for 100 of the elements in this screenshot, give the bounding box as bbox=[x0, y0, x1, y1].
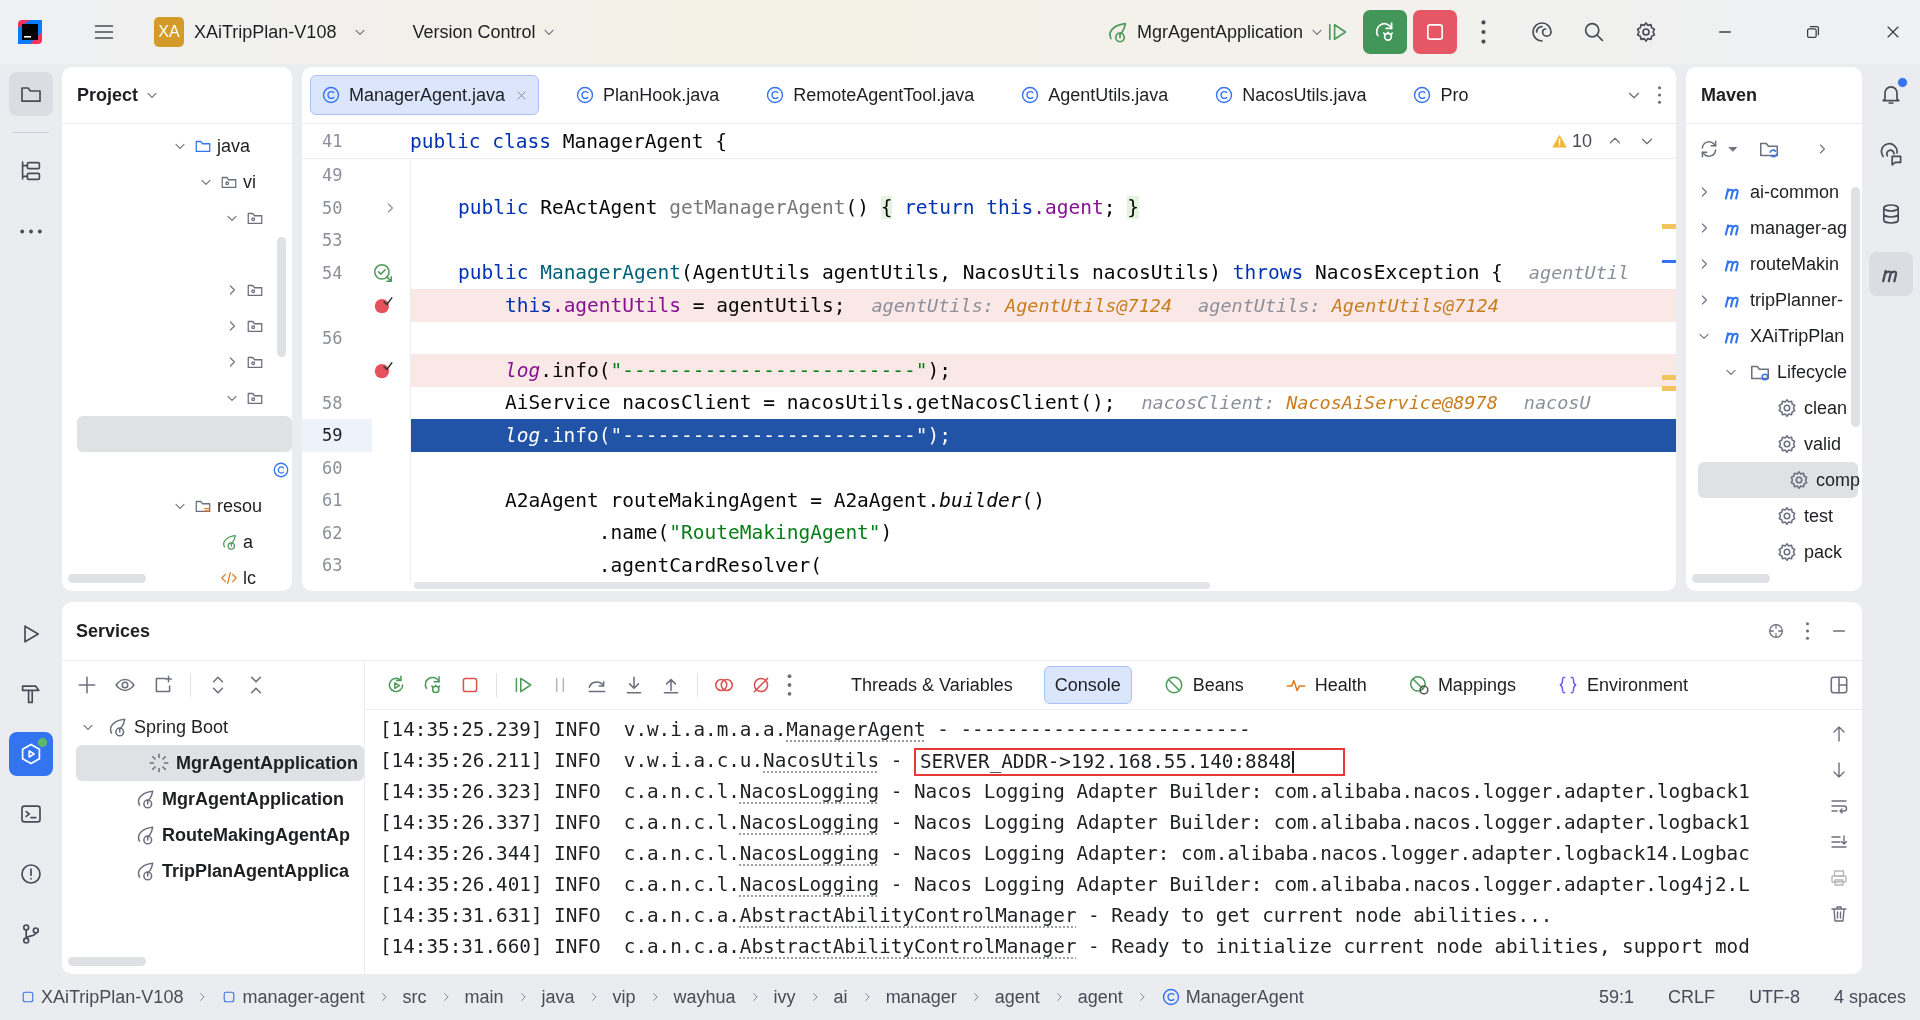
scrollbar-thumb[interactable] bbox=[1692, 574, 1770, 583]
tree-item[interactable]: ai-common bbox=[1686, 174, 1862, 210]
line-separator[interactable]: CRLF bbox=[1667, 986, 1715, 1008]
tool-window-button[interactable] bbox=[9, 72, 53, 116]
more-icon[interactable] bbox=[1805, 622, 1810, 640]
restore-icon[interactable] bbox=[1804, 23, 1822, 41]
scrollbar-thumb[interactable] bbox=[68, 574, 146, 583]
console-tab[interactable]: Console bbox=[1043, 666, 1132, 704]
warning-icon bbox=[1550, 132, 1568, 150]
tool-window-button[interactable] bbox=[9, 732, 53, 776]
project-selector[interactable]: XA XAiTripPlan-V108 bbox=[154, 17, 369, 47]
search-icon[interactable] bbox=[1582, 20, 1606, 44]
version-control-menu[interactable]: Version Control bbox=[412, 21, 558, 43]
tree-item[interactable]: clean bbox=[1686, 390, 1862, 426]
editor-tab[interactable]: AgentUtils.java bbox=[1010, 75, 1179, 115]
tool-window-button[interactable] bbox=[1869, 252, 1913, 296]
print-icon[interactable] bbox=[1829, 868, 1849, 888]
trash-icon[interactable] bbox=[1829, 904, 1849, 924]
indent-setting[interactable]: 4 spaces bbox=[1833, 986, 1906, 1008]
class-link[interactable]: ManagerAgent bbox=[786, 718, 926, 741]
inline-value-hint: agentUtils: AgentUtils@7124 bbox=[1198, 294, 1499, 316]
breadcrumb[interactable]: main bbox=[464, 986, 504, 1008]
breadcrumb[interactable]: wayhua bbox=[673, 986, 736, 1008]
debug-restart-button[interactable] bbox=[1363, 10, 1407, 54]
console-tab[interactable]: Beans bbox=[1152, 666, 1254, 704]
more-icon[interactable] bbox=[787, 674, 792, 696]
more-icon[interactable] bbox=[1481, 20, 1486, 44]
editor-tab[interactable]: RemoteAgentTool.java bbox=[755, 75, 985, 115]
add-icon[interactable] bbox=[76, 674, 98, 696]
more-icon[interactable] bbox=[1657, 86, 1662, 104]
scrollbar-thumb[interactable] bbox=[414, 582, 1210, 589]
class-link[interactable]: AbstractAbilityControlManager bbox=[739, 935, 1077, 958]
breadcrumb[interactable]: java bbox=[541, 986, 575, 1008]
editor-tab[interactable]: NacosUtils.java bbox=[1204, 75, 1377, 115]
code-line: AiService nacosClient = nacosUtils.getNacosClient(); bbox=[503, 391, 1116, 415]
tree-item[interactable]: lc bbox=[62, 560, 292, 591]
tree-item[interactable]: RouteMakingAgentAp bbox=[62, 817, 364, 853]
crosshair-icon[interactable] bbox=[1767, 622, 1785, 640]
breadcrumb[interactable]: ManagerAgent bbox=[1160, 986, 1304, 1008]
class-link[interactable]: NacosLogging bbox=[739, 780, 880, 803]
breadcrumb[interactable]: vip bbox=[612, 986, 636, 1008]
breadcrumb[interactable]: ai bbox=[833, 986, 848, 1008]
stop-button[interactable] bbox=[1413, 10, 1457, 54]
console-tab[interactable]: Mappings bbox=[1397, 666, 1526, 704]
editor-tab[interactable]: PlanHook.java bbox=[565, 75, 730, 115]
spinner-icon bbox=[148, 752, 170, 774]
breadcrumb[interactable]: ivy bbox=[773, 986, 796, 1008]
breadcrumb[interactable]: agent bbox=[1077, 986, 1123, 1008]
console-tab[interactable]: Environment bbox=[1546, 666, 1698, 704]
breadcrumb[interactable]: src bbox=[402, 986, 427, 1008]
tree-item[interactable]: valid bbox=[1686, 426, 1862, 462]
run-configuration-selector[interactable]: MgrAgentApplication bbox=[1104, 20, 1325, 44]
tree-item[interactable]: XAiTripPlan bbox=[1686, 318, 1862, 354]
breadcrumb[interactable]: manager-agent bbox=[221, 986, 365, 1008]
class-link[interactable]: NacosLogging bbox=[739, 811, 880, 834]
tree-item[interactable]: manager-ag bbox=[1686, 210, 1862, 246]
class-link[interactable]: NacosLogging bbox=[739, 873, 880, 896]
swirl-icon[interactable] bbox=[1530, 20, 1554, 44]
tree-item[interactable]: TripPlanAgentApplica bbox=[62, 853, 364, 889]
breadcrumb[interactable]: agent bbox=[994, 986, 1040, 1008]
scrollbar-thumb[interactable] bbox=[68, 957, 146, 966]
editor-tab[interactable]: ManagerAgent.java bbox=[310, 75, 540, 115]
tree-item[interactable]: Spring Boot bbox=[62, 709, 364, 745]
tree-item[interactable]: comp bbox=[1698, 462, 1858, 498]
tree-item[interactable]: resou bbox=[62, 488, 292, 524]
class-link[interactable]: NacosUtils bbox=[763, 749, 880, 772]
tree-item[interactable]: routeMakin bbox=[1686, 246, 1862, 282]
tree-item[interactable]: test bbox=[1686, 498, 1862, 534]
tree-item[interactable]: tripPlanner- bbox=[1686, 282, 1862, 318]
code-line: log.info("-------------------------"); bbox=[503, 358, 952, 382]
caret-position[interactable]: 59:1 bbox=[1598, 986, 1634, 1008]
tree-item[interactable]: pack bbox=[1686, 534, 1862, 570]
console-tab[interactable]: Threads & Variables bbox=[841, 666, 1023, 704]
breadcrumb[interactable]: manager bbox=[885, 986, 957, 1008]
panel-title[interactable]: Project bbox=[77, 84, 161, 106]
editor-tab[interactable]: Pro bbox=[1402, 75, 1479, 115]
scrollbar-thumb[interactable] bbox=[1851, 187, 1860, 427]
tree-item[interactable]: vi bbox=[62, 164, 292, 200]
app-logo-icon[interactable] bbox=[18, 20, 42, 44]
class-link[interactable]: AbstractAbilityControlManager bbox=[739, 904, 1077, 927]
file-encoding[interactable]: UTF-8 bbox=[1748, 986, 1800, 1008]
tree-item[interactable]: MgrAgentApplication bbox=[76, 745, 364, 781]
panel-title: Maven bbox=[1701, 84, 1758, 106]
tree-item[interactable]: Lifecycle bbox=[1686, 354, 1862, 390]
inline-value-hint: nacosU bbox=[1523, 392, 1591, 414]
tree-item[interactable]: java bbox=[62, 128, 292, 164]
tree-item[interactable]: a bbox=[62, 524, 292, 560]
console-tab[interactable]: Health bbox=[1274, 666, 1377, 704]
override-icon[interactable] bbox=[372, 261, 394, 284]
scrollbar-thumb[interactable] bbox=[277, 237, 286, 357]
layout-icon[interactable] bbox=[1828, 674, 1850, 696]
inline-value-hint: nacosClient: NacosAiService@8978 bbox=[1141, 392, 1498, 414]
warning-count[interactable]: 10 bbox=[1550, 130, 1592, 152]
tree-item[interactable]: MgrAgentApplication bbox=[62, 781, 364, 817]
code-line: this.agentUtils = agentUtils; bbox=[503, 293, 846, 317]
settings-icon[interactable] bbox=[1634, 20, 1658, 44]
console-line: [14:35:26.337] INFO c.a.n.c.l.NacosLogging - Nacos Logging Adapter Builder: com.alibaba.nacos.logger.adapter.logback1 bbox=[380, 810, 1751, 836]
class-icon bbox=[321, 85, 341, 105]
class-link[interactable]: NacosLogging bbox=[739, 842, 880, 865]
breadcrumb[interactable]: XAiTripPlan-V108 bbox=[20, 986, 184, 1008]
